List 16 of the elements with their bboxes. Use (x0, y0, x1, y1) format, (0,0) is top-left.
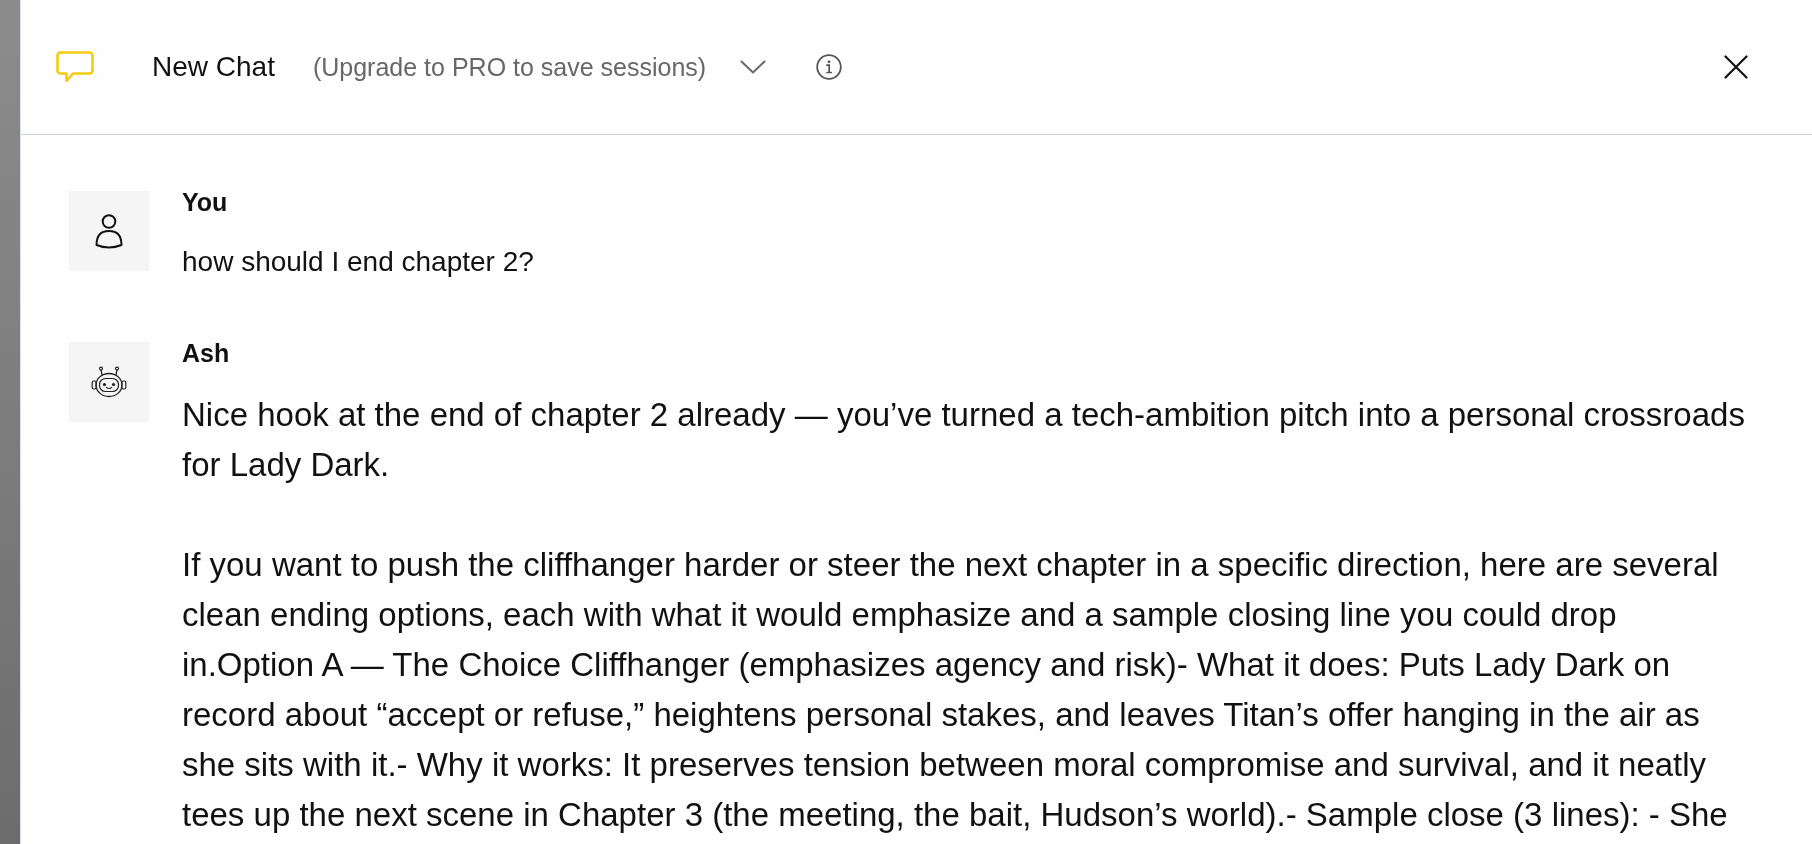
close-icon (1724, 55, 1748, 79)
message-text: If you want to push the cliffhanger harder or steer the next chapter in a specific direction, here are several clean ending options, each with what it would emphasize and a sample closing line you could drop in.Option A — The Choice Cliffhanger (emphasizes agency and risk)- What it does: Puts Lady Dark on record about “accept or refuse,” heightens personal stakes, and leaves Titan’s offer hanging in the air as she sits with it.- Why it works: It preserves tension between moral compromise and survival, and it neatly tees up the next scene in Chapter 3 (the meeting, the bait, Hudson’s world).- Sample close (3 lines): - She (182, 545, 1729, 835)
message-text: how should I end chapter 2? (182, 245, 535, 279)
message-author: Ash (182, 338, 231, 368)
close-button[interactable] (1724, 55, 1748, 79)
message-author: You (182, 187, 229, 217)
sessions-dropdown-button[interactable] (740, 60, 767, 74)
chat-title: New Chat (152, 51, 275, 83)
person-icon (95, 213, 123, 249)
robot-icon (91, 366, 127, 398)
info-button[interactable] (816, 54, 843, 80)
speech-bubble-icon (56, 51, 94, 83)
message-text: Nice hook at the end of chapter 2 already — you’ve turned a tech-ambition pitch into a personal crossroads for Lady Dark. (182, 395, 1746, 485)
chevron-down-icon (740, 60, 767, 74)
upgrade-note: (Upgrade to PRO to save sessions) (312, 52, 707, 82)
info-icon (816, 54, 843, 80)
